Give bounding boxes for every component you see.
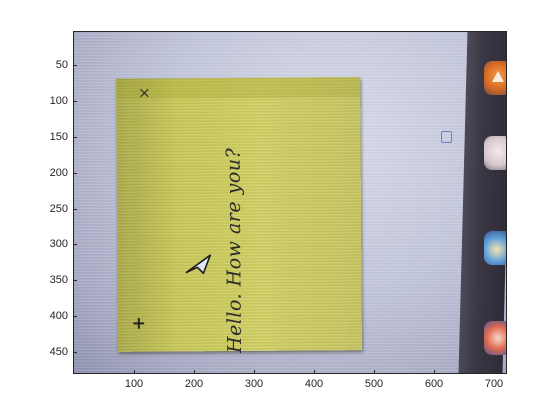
y-tick-mark — [73, 244, 77, 245]
y-tick-mark — [73, 316, 77, 317]
x-tick-label: 400 — [304, 378, 324, 390]
red-app-icon[interactable] — [484, 321, 507, 355]
x-tick-label: 200 — [184, 378, 204, 390]
sticky-note[interactable]: × + Hello. How are you? — [116, 77, 362, 353]
y-tick-label: 350 — [49, 274, 68, 286]
mouse-cursor-icon — [185, 254, 212, 275]
y-tick-label: 100 — [49, 95, 68, 107]
y-tick-label: 50 — [55, 59, 68, 71]
desktop-glyph-icon — [441, 131, 452, 143]
x-tick-label: 600 — [424, 378, 444, 390]
figure: 50 100 150 200 250 300 350 400 450 100 2… — [0, 0, 560, 420]
y-tick-mark — [73, 280, 77, 281]
add-note-icon[interactable]: + — [132, 314, 146, 334]
y-tick-mark — [73, 101, 77, 102]
photo-area: × + Hello. How are you? — [73, 31, 507, 374]
y-tick-label: 150 — [49, 131, 68, 143]
y-tick-mark — [73, 137, 77, 138]
close-icon[interactable]: × — [138, 84, 151, 102]
y-tick-mark — [73, 65, 77, 66]
x-tick-mark — [194, 370, 195, 374]
x-tick-mark — [374, 370, 375, 374]
blue-app-icon[interactable] — [484, 231, 507, 265]
y-tick-label: 450 — [49, 346, 68, 358]
x-tick-mark — [134, 370, 135, 374]
sticky-note-text[interactable]: Hello. How are you? — [223, 148, 246, 353]
x-tick-label: 500 — [364, 378, 384, 390]
x-tick-mark — [314, 370, 315, 374]
x-tick-label: 300 — [244, 378, 264, 390]
x-tick-mark — [254, 370, 255, 374]
y-tick-mark — [73, 173, 77, 174]
light-app-icon[interactable] — [484, 136, 507, 170]
sticky-note-title-bar[interactable] — [116, 77, 361, 99]
y-tick-mark — [73, 209, 77, 210]
x-tick-label: 700 — [484, 378, 504, 390]
x-tick-mark — [494, 370, 495, 374]
y-tick-label: 400 — [49, 310, 68, 322]
y-tick-label: 250 — [49, 203, 68, 215]
orange-app-icon[interactable] — [484, 61, 507, 95]
x-tick-mark — [434, 370, 435, 374]
y-tick-mark — [73, 352, 77, 353]
x-tick-label: 100 — [124, 378, 144, 390]
y-tick-label: 200 — [49, 167, 68, 179]
y-tick-label: 300 — [49, 238, 68, 250]
